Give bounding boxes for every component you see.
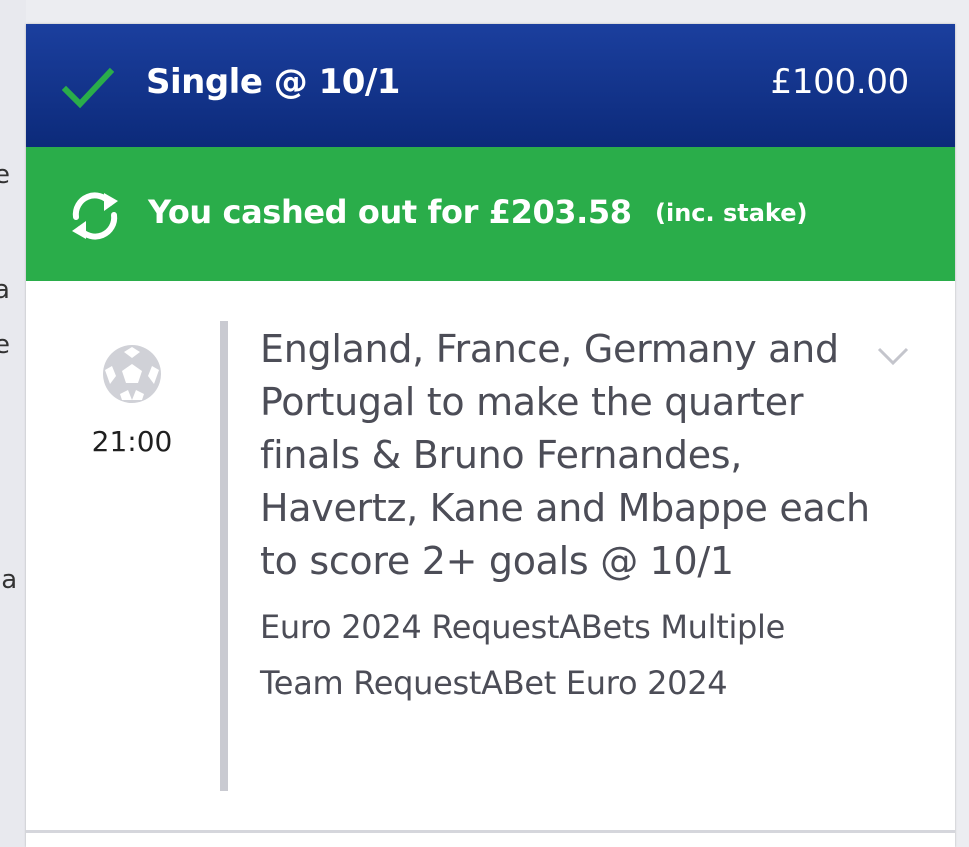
market-name: Euro 2024 RequestABets Multiple Team Req… bbox=[260, 608, 786, 702]
cashout-refresh-icon bbox=[72, 192, 118, 240]
background-text-fragment: e bbox=[0, 330, 10, 360]
background-text-fragment: la bbox=[0, 565, 18, 595]
bet-header: Single @ 10/1 £100.00 bbox=[26, 24, 955, 147]
stake-amount: £100.00 bbox=[770, 62, 910, 102]
background-text-fragment: e bbox=[0, 160, 10, 190]
event-time: 21:00 bbox=[91, 425, 173, 458]
football-icon bbox=[103, 345, 161, 403]
cashout-note: (inc. stake) bbox=[655, 199, 808, 227]
check-icon bbox=[62, 67, 114, 109]
bet-card[interactable]: Single @ 10/1 £100.00 You cashed out for… bbox=[26, 24, 955, 847]
cashout-banner: You cashed out for £203.58 (inc. stake) bbox=[26, 147, 955, 281]
bet-leg[interactable]: 21:00 England, France, Germany and Portu… bbox=[26, 281, 955, 831]
cashout-message: You cashed out for £203.58 bbox=[148, 193, 632, 231]
background-text-fragment: a bbox=[0, 275, 10, 305]
leg-divider bbox=[220, 321, 228, 791]
chevron-down-icon[interactable] bbox=[876, 345, 910, 367]
background-page-edge: e a e la bbox=[0, 0, 26, 847]
card-bottom-divider bbox=[26, 830, 955, 833]
bet-type-label: Single @ 10/1 bbox=[146, 62, 400, 102]
selection-description: England, France, Germany and Portugal to… bbox=[260, 327, 870, 583]
